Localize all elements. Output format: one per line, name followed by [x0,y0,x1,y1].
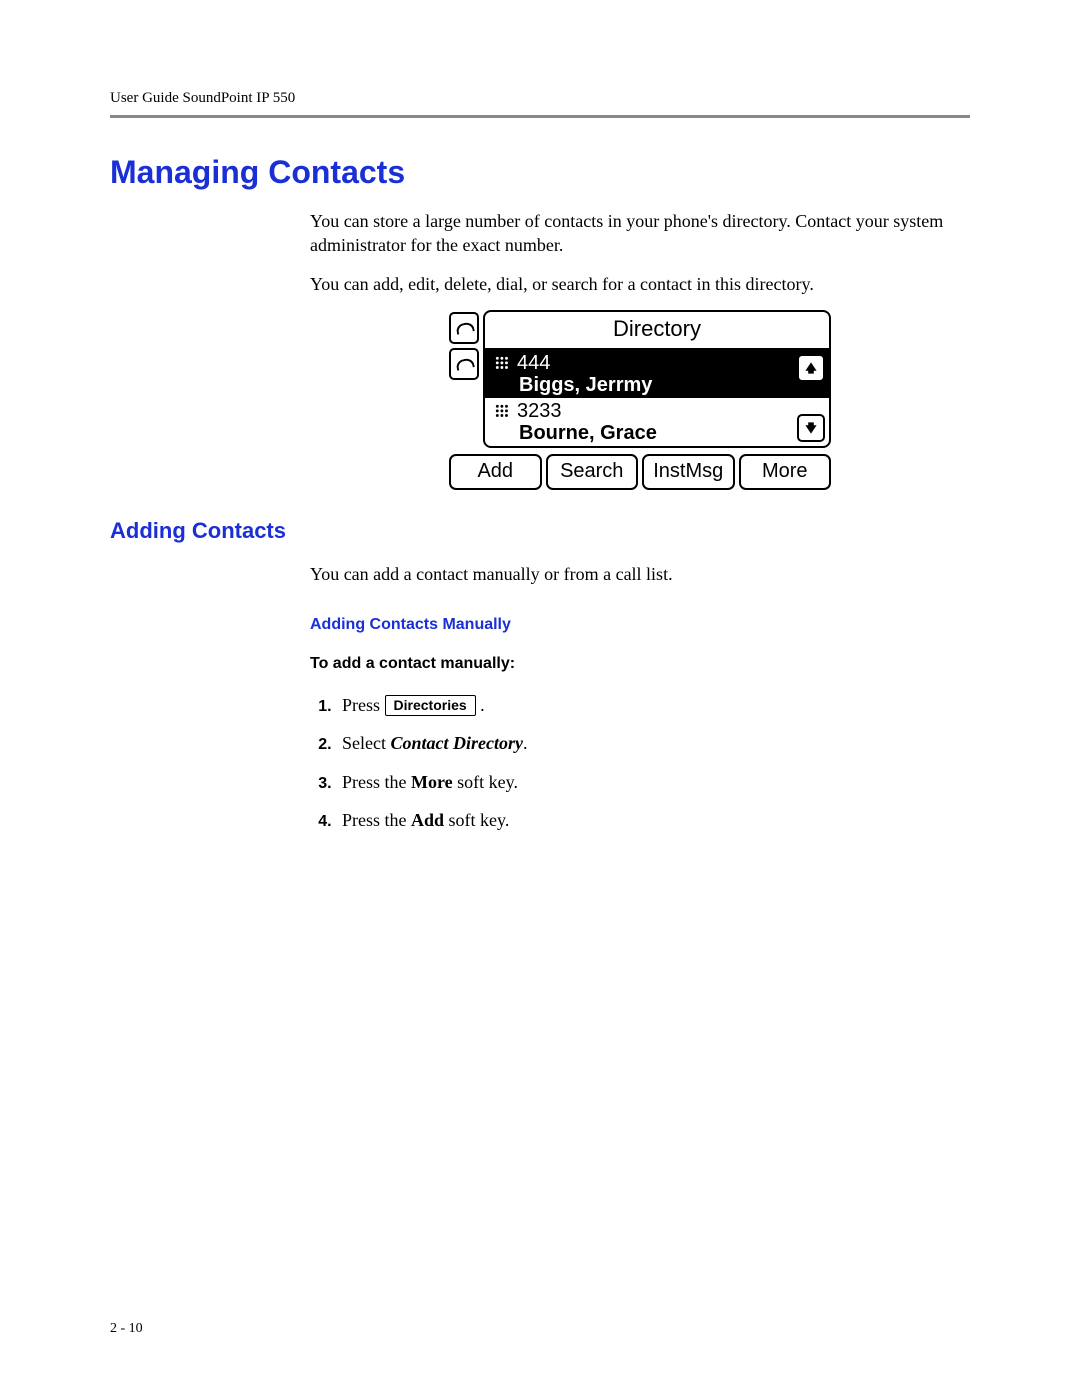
entry-number: 3233 [495,400,562,422]
intro-block: You can store a large number of contacts… [310,209,970,490]
directory-entry: 3233 Bourne, Grace [485,398,829,446]
step-text: . [523,733,528,753]
step-text: Press the [342,772,411,792]
heading-adding-contacts: Adding Contacts [110,518,970,544]
header-rule [110,115,970,118]
step-text: . [480,695,485,715]
scroll-up-icon [797,354,825,382]
line-key-icon [449,348,479,380]
step-text: soft key. [453,772,518,792]
intro-paragraph-1: You can store a large number of contacts… [310,209,970,258]
heading-managing-contacts: Managing Contacts [110,154,970,191]
steps-list: Press Directories . Select Contact Direc… [310,693,970,832]
step-bold: More [411,772,453,792]
step-3: Press the More soft key. [336,770,970,794]
step-4: Press the Add soft key. [336,808,970,832]
step-text: Press [342,695,385,715]
running-head: User Guide SoundPoint IP 550 [110,90,970,107]
phone-screen-illustration: Directory 444 Biggs, Jerrmy 3233 Bourne,… [449,310,831,490]
intro-paragraph-2: You can add, edit, delete, dial, or sear… [310,272,970,296]
step-1: Press Directories . [336,693,970,717]
step-bold: Add [411,810,444,830]
softkey-more: More [739,454,832,490]
heading-to-add-manually: To add a contact manually: [310,653,970,675]
adding-block: You can add a contact manually or from a… [310,562,970,833]
directories-key: Directories [385,695,476,716]
page: User Guide SoundPoint IP 550 Managing Co… [0,0,1080,1397]
entry-name: Biggs, Jerrmy [495,374,795,396]
line-key-icon [449,312,479,344]
entry-number: 444 [495,352,550,374]
step-text: Select [342,733,390,753]
directory-entry: 444 Biggs, Jerrmy [485,350,829,398]
page-number: 2 - 10 [110,1321,143,1337]
softkey-search: Search [546,454,639,490]
step-text: soft key. [444,810,509,830]
screen-title: Directory [485,312,829,350]
line-key-icons [449,310,479,448]
step-emphasis: Contact Directory [390,733,523,753]
adding-paragraph: You can add a contact manually or from a… [310,562,970,586]
step-2: Select Contact Directory. [336,731,970,755]
softkey-add: Add [449,454,542,490]
softkey-instmsg: InstMsg [642,454,735,490]
softkey-row: Add Search InstMsg More [449,454,831,490]
step-text: Press the [342,810,411,830]
entry-name: Bourne, Grace [495,422,795,444]
heading-adding-manually: Adding Contacts Manually [310,614,970,636]
scroll-down-icon [797,414,825,442]
